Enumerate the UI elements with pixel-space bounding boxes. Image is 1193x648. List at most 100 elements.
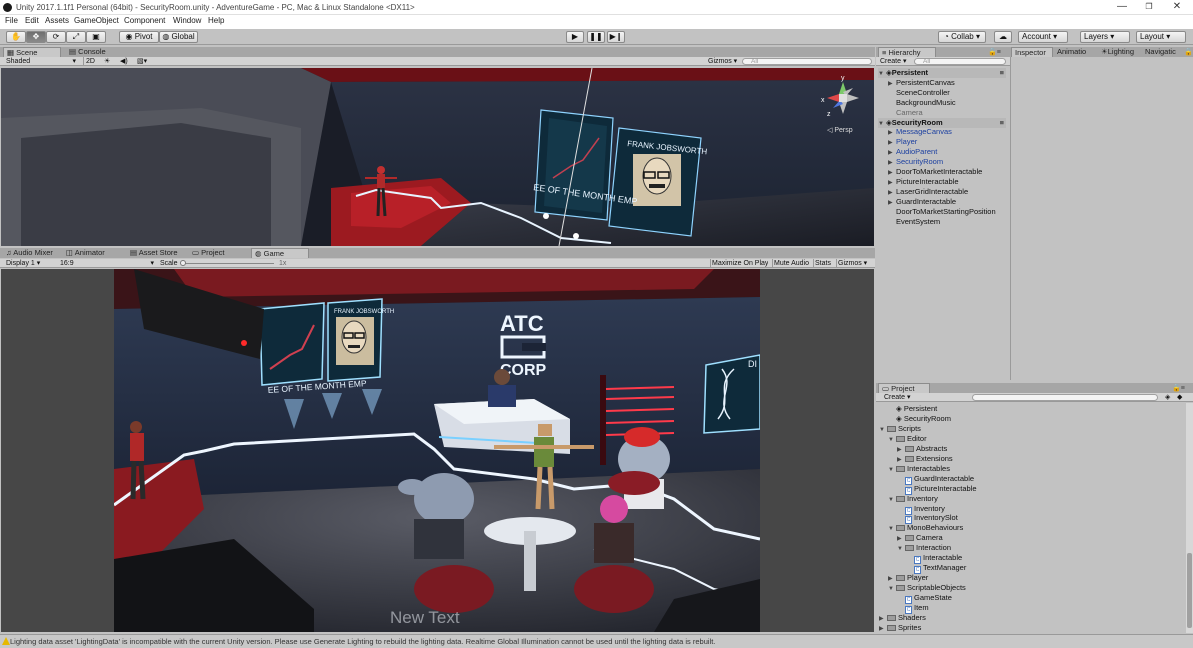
- expand-down-arrow-icon[interactable]: ▼: [888, 495, 896, 505]
- project-item[interactable]: ▶ Camera: [897, 533, 943, 543]
- hierarchy-item[interactable]: Camera: [888, 108, 923, 118]
- tab-project[interactable]: ▭ Project: [189, 248, 234, 258]
- minimize-button[interactable]: —: [1111, 1, 1133, 13]
- move-tool-icon[interactable]: ✥: [26, 31, 46, 43]
- expand-down-arrow-icon[interactable]: ▼: [897, 544, 905, 554]
- game-poster-chart[interactable]: [259, 302, 325, 386]
- hierarchy-item[interactable]: ▶ DoorToMarketInteractable: [888, 167, 982, 177]
- tab-animation[interactable]: Animatio: [1054, 47, 1096, 57]
- project-item[interactable]: ▼ Editor: [888, 434, 927, 444]
- shading-mode-dropdown[interactable]: Shaded ▾: [6, 57, 78, 66]
- tab-animator[interactable]: ◫ Animator: [63, 248, 113, 258]
- mode-2d-toggle[interactable]: 2D: [83, 57, 97, 66]
- hierarchy-scene-row[interactable]: ▼ ◈Persistent ≡: [878, 68, 1006, 78]
- project-scrollbar[interactable]: [1186, 403, 1193, 633]
- project-item[interactable]: C Inventory: [897, 504, 945, 515]
- tab-game[interactable]: ◍ Game: [251, 248, 309, 258]
- project-item[interactable]: ▼ Inventory: [888, 494, 938, 504]
- expand-down-arrow-icon[interactable]: ▼: [888, 524, 896, 534]
- audio-toggle-icon[interactable]: ◀): [120, 57, 132, 66]
- game-viewport[interactable]: FRANK JOBSWORTH EE OF THE MONTH EMP ATC …: [114, 269, 760, 632]
- hierarchy-create-dropdown[interactable]: Create ▾: [880, 57, 912, 66]
- tab-lighting[interactable]: ☀Lighting: [1098, 47, 1140, 57]
- project-item[interactable]: C GameState: [897, 593, 952, 605]
- project-item[interactable]: ▶ Abstracts: [897, 444, 947, 454]
- filter-by-label-icon[interactable]: ◆: [1177, 393, 1187, 402]
- hierarchy-item[interactable]: DoorToMarketStartingPosition: [888, 207, 996, 217]
- scene-search-input[interactable]: All: [742, 58, 872, 65]
- scale-slider-track[interactable]: [182, 263, 274, 264]
- hierarchy-item[interactable]: ▶ Player: [888, 137, 917, 147]
- layout-dropdown[interactable]: Layout ▾: [1136, 31, 1186, 43]
- hierarchy-item[interactable]: ▶ GuardInteractable: [888, 197, 956, 207]
- project-item[interactable]: ▶ Sprites: [879, 623, 921, 633]
- hierarchy-item[interactable]: EventSystem: [888, 217, 940, 227]
- effects-dropdown-icon[interactable]: ▧▾: [137, 57, 155, 66]
- project-scrollbar-thumb[interactable]: [1187, 553, 1192, 628]
- scale-slider-thumb[interactable]: [180, 260, 186, 266]
- perspective-label[interactable]: ◁ Persp: [827, 126, 853, 134]
- inspector-lock-icon[interactable]: 🔒: [1184, 48, 1193, 56]
- hierarchy-search-input[interactable]: All: [914, 58, 1006, 65]
- expand-down-arrow-icon[interactable]: ▼: [878, 119, 886, 129]
- dna-poster[interactable]: DI: [703, 354, 760, 434]
- hierarchy-item[interactable]: ▶ PictureInteractable: [888, 177, 959, 187]
- hierarchy-scene-row[interactable]: ▼ ◈SecurityRoom ≡: [878, 117, 1006, 129]
- maximize-button[interactable]: ❐: [1138, 1, 1160, 13]
- hierarchy-item[interactable]: ▶ AudioParent: [888, 147, 937, 157]
- game-gizmos-dropdown[interactable]: Gizmos ▾: [836, 259, 872, 268]
- layers-dropdown[interactable]: Layers ▾: [1080, 31, 1130, 43]
- aspect-dropdown[interactable]: 16:9 ▾: [60, 259, 156, 268]
- scene-viewport[interactable]: FRANK JOBSWORTH EE OF THE MONTH EMP y x …: [1, 68, 874, 246]
- menu-window[interactable]: Window: [173, 16, 201, 25]
- menu-component[interactable]: Component: [124, 16, 165, 25]
- menu-gameobject[interactable]: GameObject: [74, 16, 119, 25]
- menu-file[interactable]: File: [5, 16, 18, 25]
- project-item[interactable]: C Item: [897, 603, 929, 614]
- project-lock-icon[interactable]: 🔒≡: [1172, 384, 1185, 392]
- tab-inspector[interactable]: Inspector: [1011, 47, 1053, 57]
- global-toggle[interactable]: ◍ Global: [159, 31, 198, 43]
- status-bar[interactable]: Lighting data asset 'LightingData' is in…: [0, 634, 1193, 648]
- project-create-dropdown[interactable]: Create ▾: [884, 393, 916, 402]
- tab-asset-store[interactable]: ▤ Asset Store: [127, 248, 182, 258]
- close-button[interactable]: ✕: [1166, 1, 1188, 13]
- project-item[interactable]: ▼ ScriptableObjects: [888, 583, 966, 593]
- pause-button[interactable]: ❚❚: [587, 31, 605, 43]
- chair-back[interactable]: [608, 471, 660, 495]
- menu-edit[interactable]: Edit: [25, 16, 39, 25]
- collab-button[interactable]: ◔ Collab ▾: [938, 31, 986, 43]
- scene-menu-icon[interactable]: ≡: [1000, 68, 1004, 78]
- expand-down-arrow-icon[interactable]: ▼: [888, 435, 896, 445]
- expand-down-arrow-icon[interactable]: ▼: [888, 465, 896, 475]
- scene-menu-icon[interactable]: ≡: [1000, 118, 1004, 128]
- project-item[interactable]: C InventorySlot: [897, 513, 958, 525]
- rotate-tool-icon[interactable]: ⟳: [46, 31, 66, 43]
- expand-down-arrow-icon[interactable]: ▼: [879, 425, 887, 435]
- hierarchy-item[interactable]: BackgroundMusic: [888, 98, 956, 108]
- cloud-button[interactable]: ☁: [994, 31, 1012, 43]
- menu-assets[interactable]: Assets: [45, 16, 69, 25]
- lighting-toggle-icon[interactable]: ☀: [104, 57, 116, 66]
- project-item[interactable]: ◈ Persistent: [888, 404, 937, 414]
- account-dropdown[interactable]: Account ▾: [1018, 31, 1068, 43]
- project-item[interactable]: ▼ Interactables: [888, 464, 950, 474]
- hand-tool-icon[interactable]: ✋: [6, 31, 26, 43]
- tab-navigation[interactable]: Navigatic: [1142, 47, 1182, 57]
- chair-right[interactable]: [574, 565, 654, 613]
- project-search-input[interactable]: [972, 394, 1158, 401]
- expand-down-arrow-icon[interactable]: ▼: [878, 69, 886, 79]
- mute-audio-toggle[interactable]: Mute Audio: [772, 259, 810, 268]
- rect-tool-icon[interactable]: ▣: [86, 31, 106, 43]
- hierarchy-item[interactable]: ▶ MessageCanvas: [888, 127, 952, 137]
- pivot-toggle[interactable]: ◉ Pivot: [119, 31, 159, 43]
- project-item[interactable]: ▶ Shaders: [879, 613, 926, 623]
- step-button[interactable]: ▶❙: [607, 31, 625, 43]
- project-item[interactable]: ▶ Player: [888, 573, 928, 583]
- gizmos-dropdown[interactable]: Gizmos ▾: [708, 57, 738, 66]
- scale-tool-icon[interactable]: ⤢: [66, 31, 86, 43]
- tab-project-panel[interactable]: ▭ Project: [878, 383, 930, 393]
- project-item[interactable]: ▼ Scripts: [879, 424, 921, 434]
- maximize-on-play-toggle[interactable]: Maximize On Play: [710, 259, 768, 268]
- tab-console[interactable]: ▤ Console: [66, 47, 116, 57]
